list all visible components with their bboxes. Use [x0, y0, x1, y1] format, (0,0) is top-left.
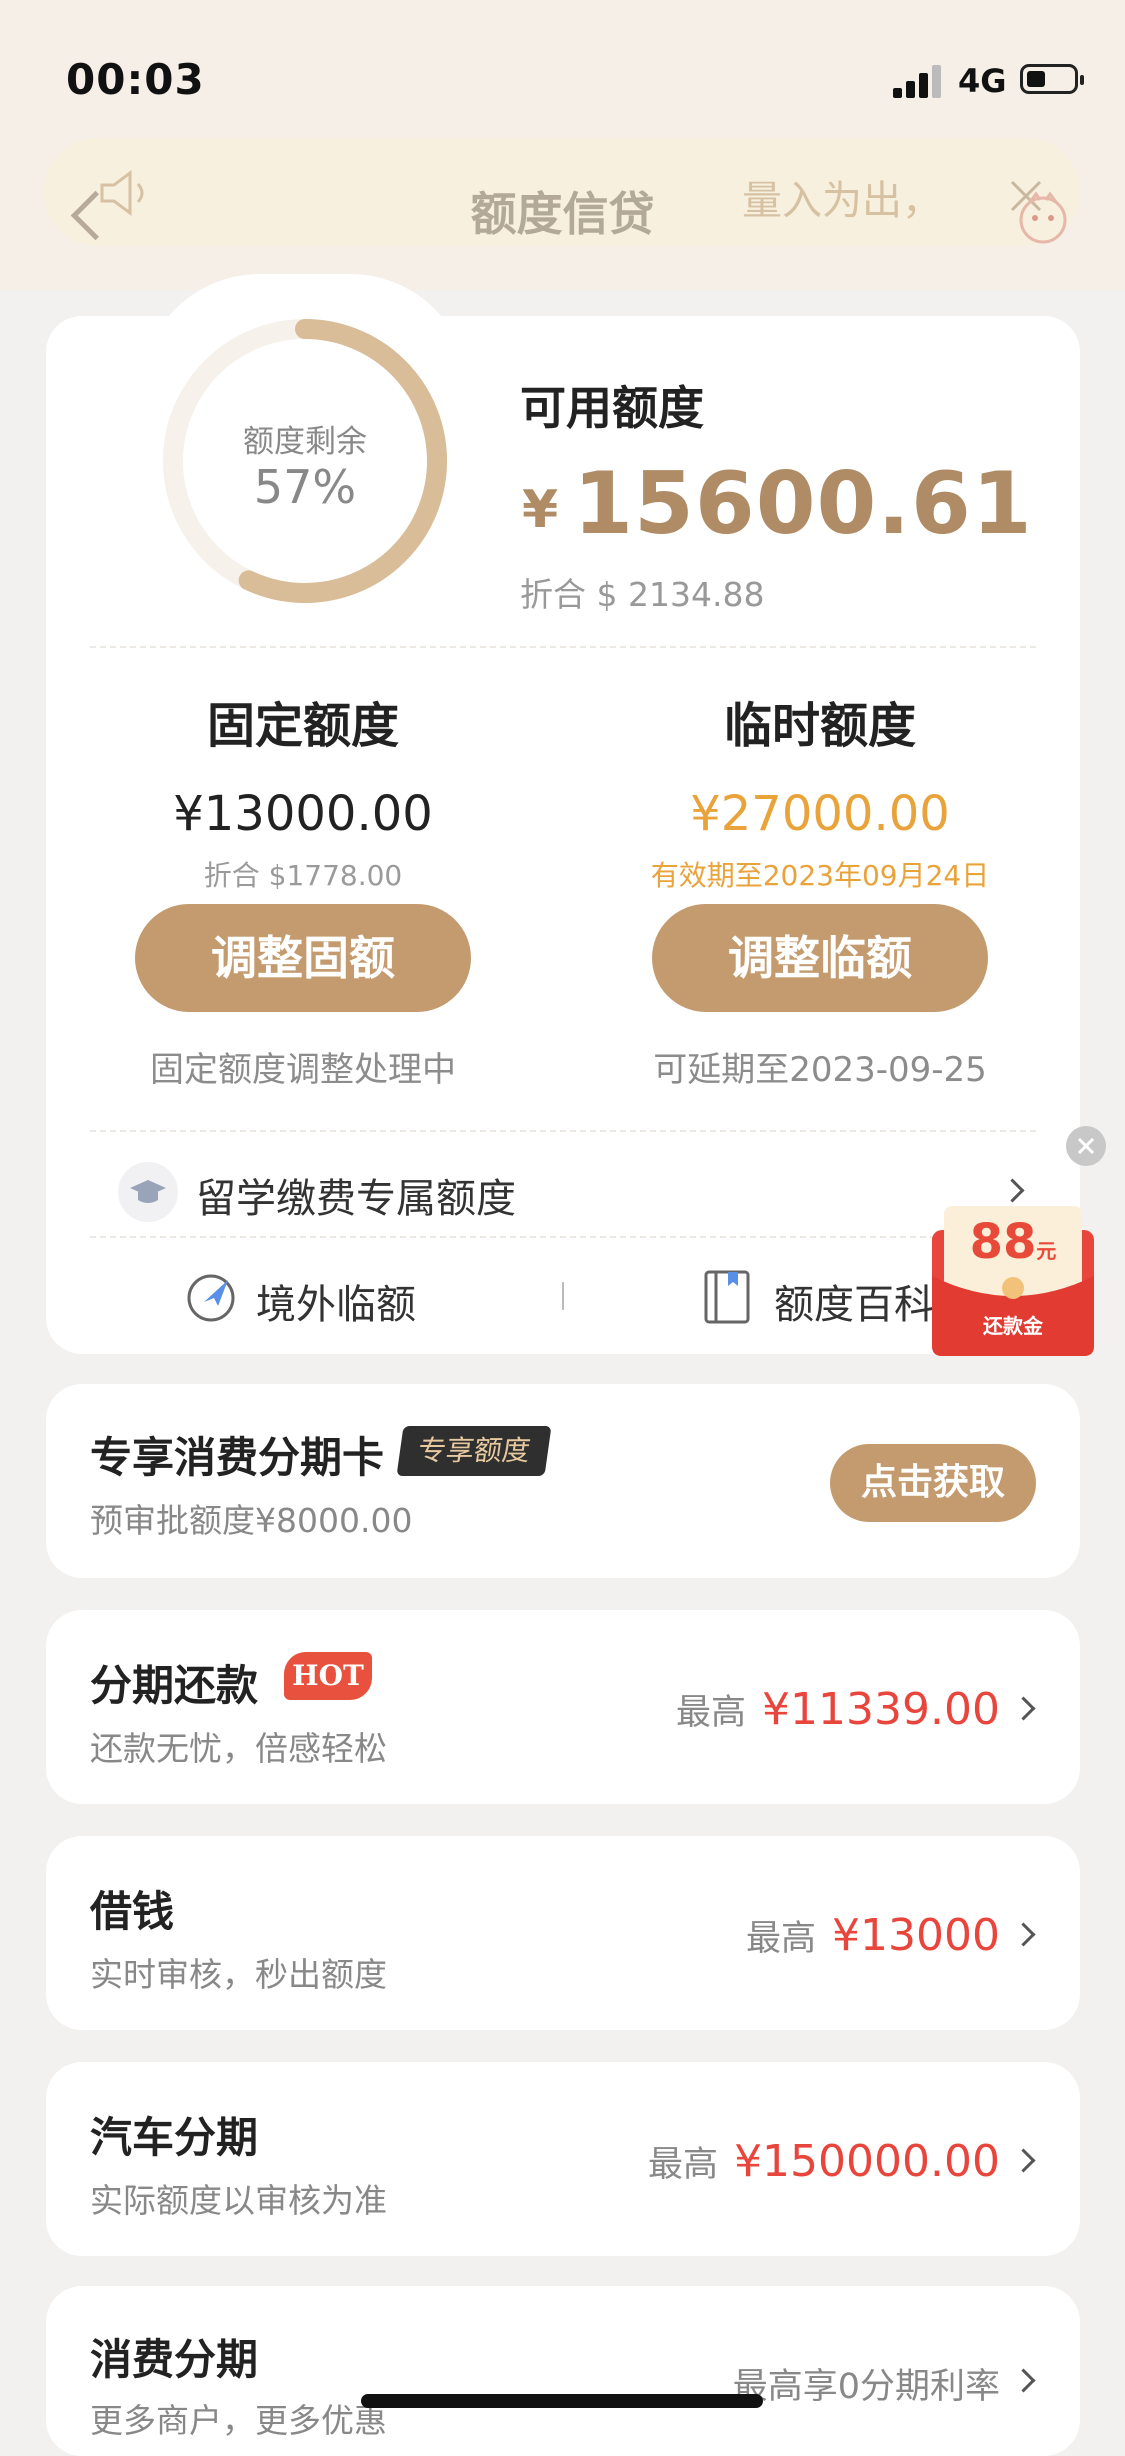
network-type: 4G — [958, 62, 1007, 100]
available-amount: ¥15600.61 — [522, 454, 1033, 554]
fixed-title: 固定额度 — [206, 698, 399, 754]
fixed-converted: 折合 $1778.00 — [203, 859, 403, 892]
status-bar: 00:03 4G — [0, 0, 1125, 140]
study-quota-label: 留学缴费专属额度 — [196, 1176, 516, 1222]
max-value: ¥150000.00 — [734, 2136, 1000, 2187]
book-icon — [704, 1270, 750, 1324]
offer-title: 专享消费分期卡 — [90, 1433, 385, 1482]
offer-max: 最高享0分期利率 — [733, 2358, 1000, 2409]
get-button[interactable]: 点击获取 — [830, 1444, 1036, 1522]
exclusive-card-offer[interactable]: 专享消费分期卡 专享额度 预审批额度¥8000.00 点击获取 — [46, 1384, 1080, 1578]
mascot-icon[interactable] — [1010, 188, 1076, 244]
adjust-temp-button[interactable]: 调整临额 — [652, 904, 988, 1012]
currency-symbol: ¥ — [522, 480, 560, 540]
max-text: 最高享0分期利率 — [732, 2367, 1000, 2407]
wiki-label: 额度百科 — [774, 1282, 934, 1328]
ring-label: 额度剩余 — [243, 424, 367, 460]
installment-repay-offer[interactable]: 分期还款 HOT 还款无忧，倍感轻松 最高 ¥11339.00 — [46, 1610, 1080, 1804]
exclusive-tag: 专享额度 — [396, 1426, 552, 1476]
offer-sub: 实际额度以审核为准 — [90, 2181, 387, 2220]
plane-icon — [187, 1274, 235, 1322]
ring-percent: 57% — [253, 460, 357, 514]
red-packet-label[interactable]: 还款金 — [932, 1310, 1094, 1339]
graduation-cap-icon — [118, 1162, 178, 1222]
rp-amount-value: 88 — [969, 1214, 1037, 1270]
max-label: 最高 — [746, 1919, 817, 1959]
divider — [90, 1130, 1036, 1132]
chevron-right-icon — [1011, 2368, 1036, 2393]
car-installment-offer[interactable]: 汽车分期 实际额度以审核为准 最高 ¥150000.00 — [46, 2062, 1080, 2256]
temp-amount: ¥27000.00 — [690, 786, 950, 842]
max-label: 最高 — [676, 1693, 747, 1733]
chevron-right-icon — [1011, 1922, 1036, 1947]
offer-sub: 实时审核，秒出额度 — [90, 1955, 387, 1994]
offer-sub: 更多商户，更多优惠 — [90, 2401, 387, 2440]
offer-sub: 还款无忧，倍感轻松 — [90, 1729, 387, 1768]
hot-badge: HOT — [284, 1652, 372, 1700]
offer-title: 消费分期 — [90, 2335, 259, 2384]
chevron-right-icon — [1011, 2148, 1036, 2173]
offer-title: 借钱 — [90, 1887, 175, 1936]
offer-title: 汽车分期 — [90, 2113, 259, 2162]
fixed-amount: ¥13000.00 — [173, 786, 433, 842]
fixed-note: 固定额度调整处理中 — [150, 1050, 456, 1090]
temp-validity: 有效期至2023年09月24日 — [650, 859, 990, 892]
temp-quota: 临时额度 ¥27000.00 有效期至2023年09月24日 — [590, 686, 1050, 894]
home-indicator[interactable] — [361, 2394, 763, 2408]
offer-title: 分期还款 — [90, 1661, 259, 1710]
offer-max: 最高 ¥13000 — [746, 1910, 1000, 1961]
available-title: 可用额度 — [520, 381, 704, 435]
signal-icon — [893, 62, 943, 98]
temp-title: 临时额度 — [723, 698, 916, 754]
close-float-icon[interactable] — [1066, 1126, 1106, 1166]
divider — [90, 1236, 1036, 1238]
rp-amount-unit: 元 — [1036, 1239, 1057, 1263]
max-value: ¥11339.00 — [762, 1684, 1000, 1735]
max-label: 最高 — [648, 2145, 719, 2185]
max-value: ¥13000 — [832, 1910, 1000, 1961]
adjust-fixed-button[interactable]: 调整固额 — [135, 904, 471, 1012]
available-converted: 折合 $ 2134.88 — [520, 575, 765, 614]
offer-max: 最高 ¥11339.00 — [676, 1684, 1000, 1735]
fixed-quota: 固定额度 ¥13000.00 折合 $1778.00 — [73, 686, 533, 894]
offer-sub: 预审批额度¥8000.00 — [90, 1501, 413, 1540]
notice-text[interactable]: 量入为出， — [742, 168, 942, 226]
consumer-installment-offer[interactable]: 消费分期 更多商户，更多优惠 最高享0分期利率 — [46, 2286, 1080, 2456]
red-packet-amount[interactable]: 88元 — [932, 1214, 1094, 1270]
offer-max: 最高 ¥150000.00 — [648, 2136, 1000, 2187]
overseas-label: 境外临额 — [256, 1282, 416, 1328]
temp-note: 可延期至2023-09-25 — [653, 1050, 987, 1090]
available-value: 15600.61 — [573, 454, 1033, 554]
page-title: 额度信贷 — [470, 187, 655, 241]
battery-icon — [1020, 64, 1084, 94]
chevron-right-icon — [1011, 1696, 1036, 1721]
tool-separator — [562, 1282, 564, 1310]
divider — [90, 646, 1036, 648]
status-time: 00:03 — [66, 55, 205, 104]
borrow-offer[interactable]: 借钱 实时审核，秒出额度 最高 ¥13000 — [46, 1836, 1080, 2030]
